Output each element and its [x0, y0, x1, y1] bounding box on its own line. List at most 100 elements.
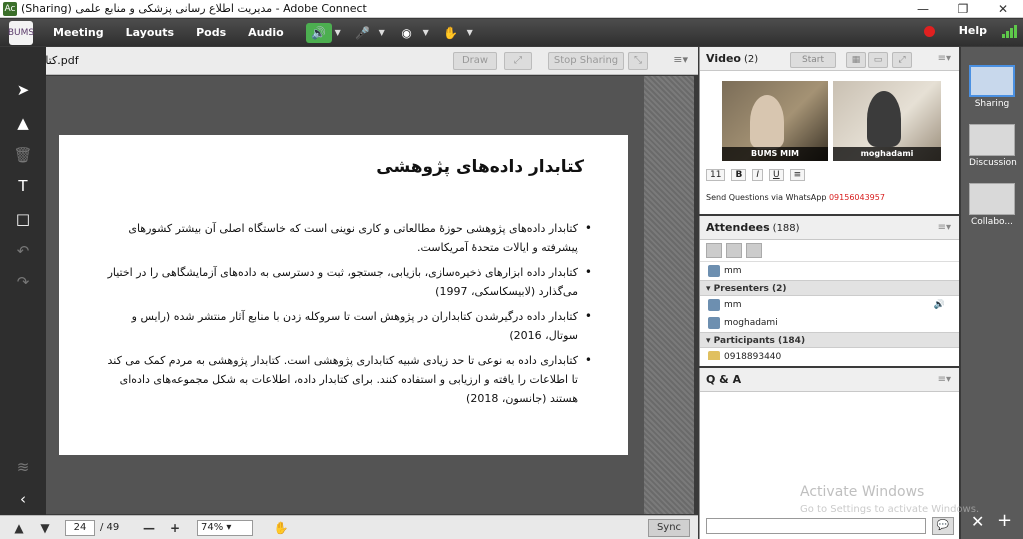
speaking-icon: 🔊	[933, 300, 945, 310]
speaker-control[interactable]: 🔊 ▼	[305, 22, 344, 43]
start-video-button[interactable]: Start	[790, 52, 836, 68]
question-input[interactable]	[706, 518, 926, 534]
window-controls: — ❐ ✕	[903, 0, 1023, 18]
activate-windows-watermark: Activate Windows	[800, 484, 925, 500]
participants-section[interactable]: ▾ Participants (184)	[700, 332, 959, 348]
list-icon[interactable]: ≡	[789, 169, 806, 181]
pointer-tool-icon[interactable]: ➤	[10, 78, 36, 102]
grid-view-icon[interactable]: ▦	[846, 52, 866, 68]
window-title: (Sharing) مدیریت اطلاع رسانی پزشکی و منا…	[21, 2, 367, 15]
maximize-button[interactable]: ❐	[943, 0, 983, 18]
page-number-input[interactable]: 24	[65, 520, 95, 536]
undo-icon[interactable]: ↶	[10, 239, 36, 263]
zoom-out-icon[interactable]: —	[140, 519, 158, 537]
status-view-icon[interactable]	[746, 243, 762, 258]
chevron-down-icon[interactable]: ▼	[376, 28, 388, 37]
pod-menu-icon[interactable]: ≡▾	[938, 53, 951, 64]
video-feed-moghadami[interactable]: moghadami	[833, 81, 941, 161]
qa-pod-header: Q & A ≡▾	[700, 368, 959, 392]
menu-audio[interactable]: Audio	[248, 26, 284, 39]
chevron-down-icon[interactable]: ▼	[420, 28, 432, 37]
viewer-margin	[644, 76, 694, 514]
close-button[interactable]: ✕	[983, 0, 1023, 18]
attendee-name: mm	[724, 266, 742, 276]
presenter-name: moghadami	[724, 318, 778, 328]
attendees-toolbar	[700, 240, 959, 262]
italic-icon[interactable]: I	[752, 169, 763, 181]
recording-indicator-icon[interactable]	[924, 26, 935, 37]
stop-sharing-button[interactable]: Stop Sharing	[548, 52, 624, 70]
delete-tool-icon[interactable]: 🗑	[10, 143, 36, 167]
pod-menu-icon[interactable]: ≡▾	[938, 222, 951, 233]
zoom-value: 74%	[201, 522, 224, 533]
send-question-icon[interactable]: 💬	[932, 517, 954, 535]
drawing-toolbar: ➤ ▲ 🗑 T □ ↶ ↷ ≋ ‹	[0, 47, 46, 515]
fullscreen-icon[interactable]: ⤡	[628, 52, 648, 70]
webcam-icon[interactable]: ◉	[394, 23, 420, 43]
share-pod-header: کتابدار داده.pdf Draw ⤢ Stop Sharing ⤡ ≡…	[0, 47, 698, 75]
layout-thumbnail	[969, 183, 1015, 215]
raise-hand-control[interactable]: ✋ ▼	[438, 23, 476, 43]
list-item[interactable]: moghadami	[700, 314, 959, 332]
menu-layouts[interactable]: Layouts	[126, 26, 174, 39]
slide-bullet: کتابداری داده به نوعی تا حد زیادی شبیه ک…	[98, 351, 592, 408]
menu-pods[interactable]: Pods	[196, 26, 226, 39]
qa-pod-title: Q & A	[706, 373, 742, 386]
zoom-in-icon[interactable]: +	[166, 519, 184, 537]
sync-button[interactable]: Sync	[648, 519, 690, 537]
menu-meeting[interactable]: Meeting	[53, 26, 104, 39]
presenters-section[interactable]: ▾ Presenters (2)	[700, 280, 959, 296]
menu-help[interactable]: Help	[959, 24, 987, 37]
pod-menu-icon[interactable]: ≡▾	[673, 53, 688, 66]
next-page-icon[interactable]: ▼	[36, 519, 54, 537]
video-feed-label: BUMS MIM	[722, 147, 828, 161]
presenter-icon	[708, 299, 720, 311]
presenter-name: mm	[724, 300, 742, 310]
shape-tool-icon[interactable]: □	[10, 207, 36, 231]
participant-icon	[708, 351, 720, 360]
layout-discussion[interactable]: Discussion	[969, 124, 1017, 168]
slide-bullets: کتابدار داده‌های پژوهشی حوزۀ مطالعاتی و …	[98, 219, 592, 414]
fullscreen-video-icon[interactable]: ⤢	[892, 52, 912, 68]
chevron-down-icon[interactable]: ▼	[332, 28, 344, 37]
webcam-control[interactable]: ◉ ▼	[394, 23, 432, 43]
layout-thumbnail	[969, 65, 1015, 97]
microphone-control[interactable]: 🎤 ▼	[350, 23, 388, 43]
draw-button[interactable]: Draw	[453, 52, 497, 70]
video-pod-header: Video (2) Start ▦ ▭ ⤢ ≡▾	[700, 47, 959, 71]
font-size-select[interactable]: 11	[706, 169, 726, 181]
pod-menu-icon[interactable]: ≡▾	[938, 374, 951, 385]
chevron-down-icon[interactable]: ▼	[464, 28, 476, 37]
list-view-icon[interactable]	[706, 243, 722, 258]
highlighter-tool-icon[interactable]: ▲	[10, 111, 36, 135]
text-tool-icon[interactable]: T	[10, 174, 36, 198]
raise-hand-icon[interactable]: ✋	[438, 23, 464, 43]
add-layout-icon[interactable]: +	[997, 510, 1012, 531]
breakout-icon[interactable]	[726, 243, 742, 258]
microphone-icon[interactable]: 🎤	[350, 23, 376, 43]
layout-label: Sharing	[974, 99, 1010, 109]
previous-page-icon[interactable]: ▲	[10, 519, 28, 537]
activate-windows-hint: Go to Settings to activate Windows.	[800, 504, 980, 515]
redo-icon[interactable]: ↷	[10, 270, 36, 294]
layers-icon[interactable]: ≋	[10, 455, 36, 479]
bold-icon[interactable]: B	[731, 169, 747, 181]
attendee-self[interactable]: mm	[700, 262, 959, 280]
window-title-bar: Ac (Sharing) مدیریت اطلاع رسانی پزشکی و …	[0, 0, 1023, 18]
attendees-pod: Attendees (188) ≡▾ mm ▾ Presenters (2) mm…	[699, 216, 959, 366]
speaker-icon[interactable]: 🔊	[305, 22, 332, 43]
zoom-select[interactable]: 74% ▾	[197, 520, 253, 536]
layout-collaboration[interactable]: Collabo...	[969, 183, 1015, 227]
layout-thumbnail	[969, 124, 1015, 156]
video-feed-bums-mim[interactable]: BUMS MIM	[722, 81, 828, 161]
list-item[interactable]: 0918893440	[700, 348, 959, 360]
list-item[interactable]: mm 🔊	[700, 296, 959, 314]
video-pod-title: Video	[706, 52, 741, 65]
filmstrip-view-icon[interactable]: ▭	[868, 52, 888, 68]
pan-hand-icon[interactable]: ✋	[272, 519, 290, 537]
layout-sharing[interactable]: Sharing	[969, 65, 1015, 109]
minimize-button[interactable]: —	[903, 0, 943, 18]
underline-icon[interactable]: U	[768, 169, 784, 181]
sync-pointer-icon[interactable]: ⤢	[504, 52, 532, 70]
collapse-toolbar-icon[interactable]: ‹	[10, 487, 36, 511]
